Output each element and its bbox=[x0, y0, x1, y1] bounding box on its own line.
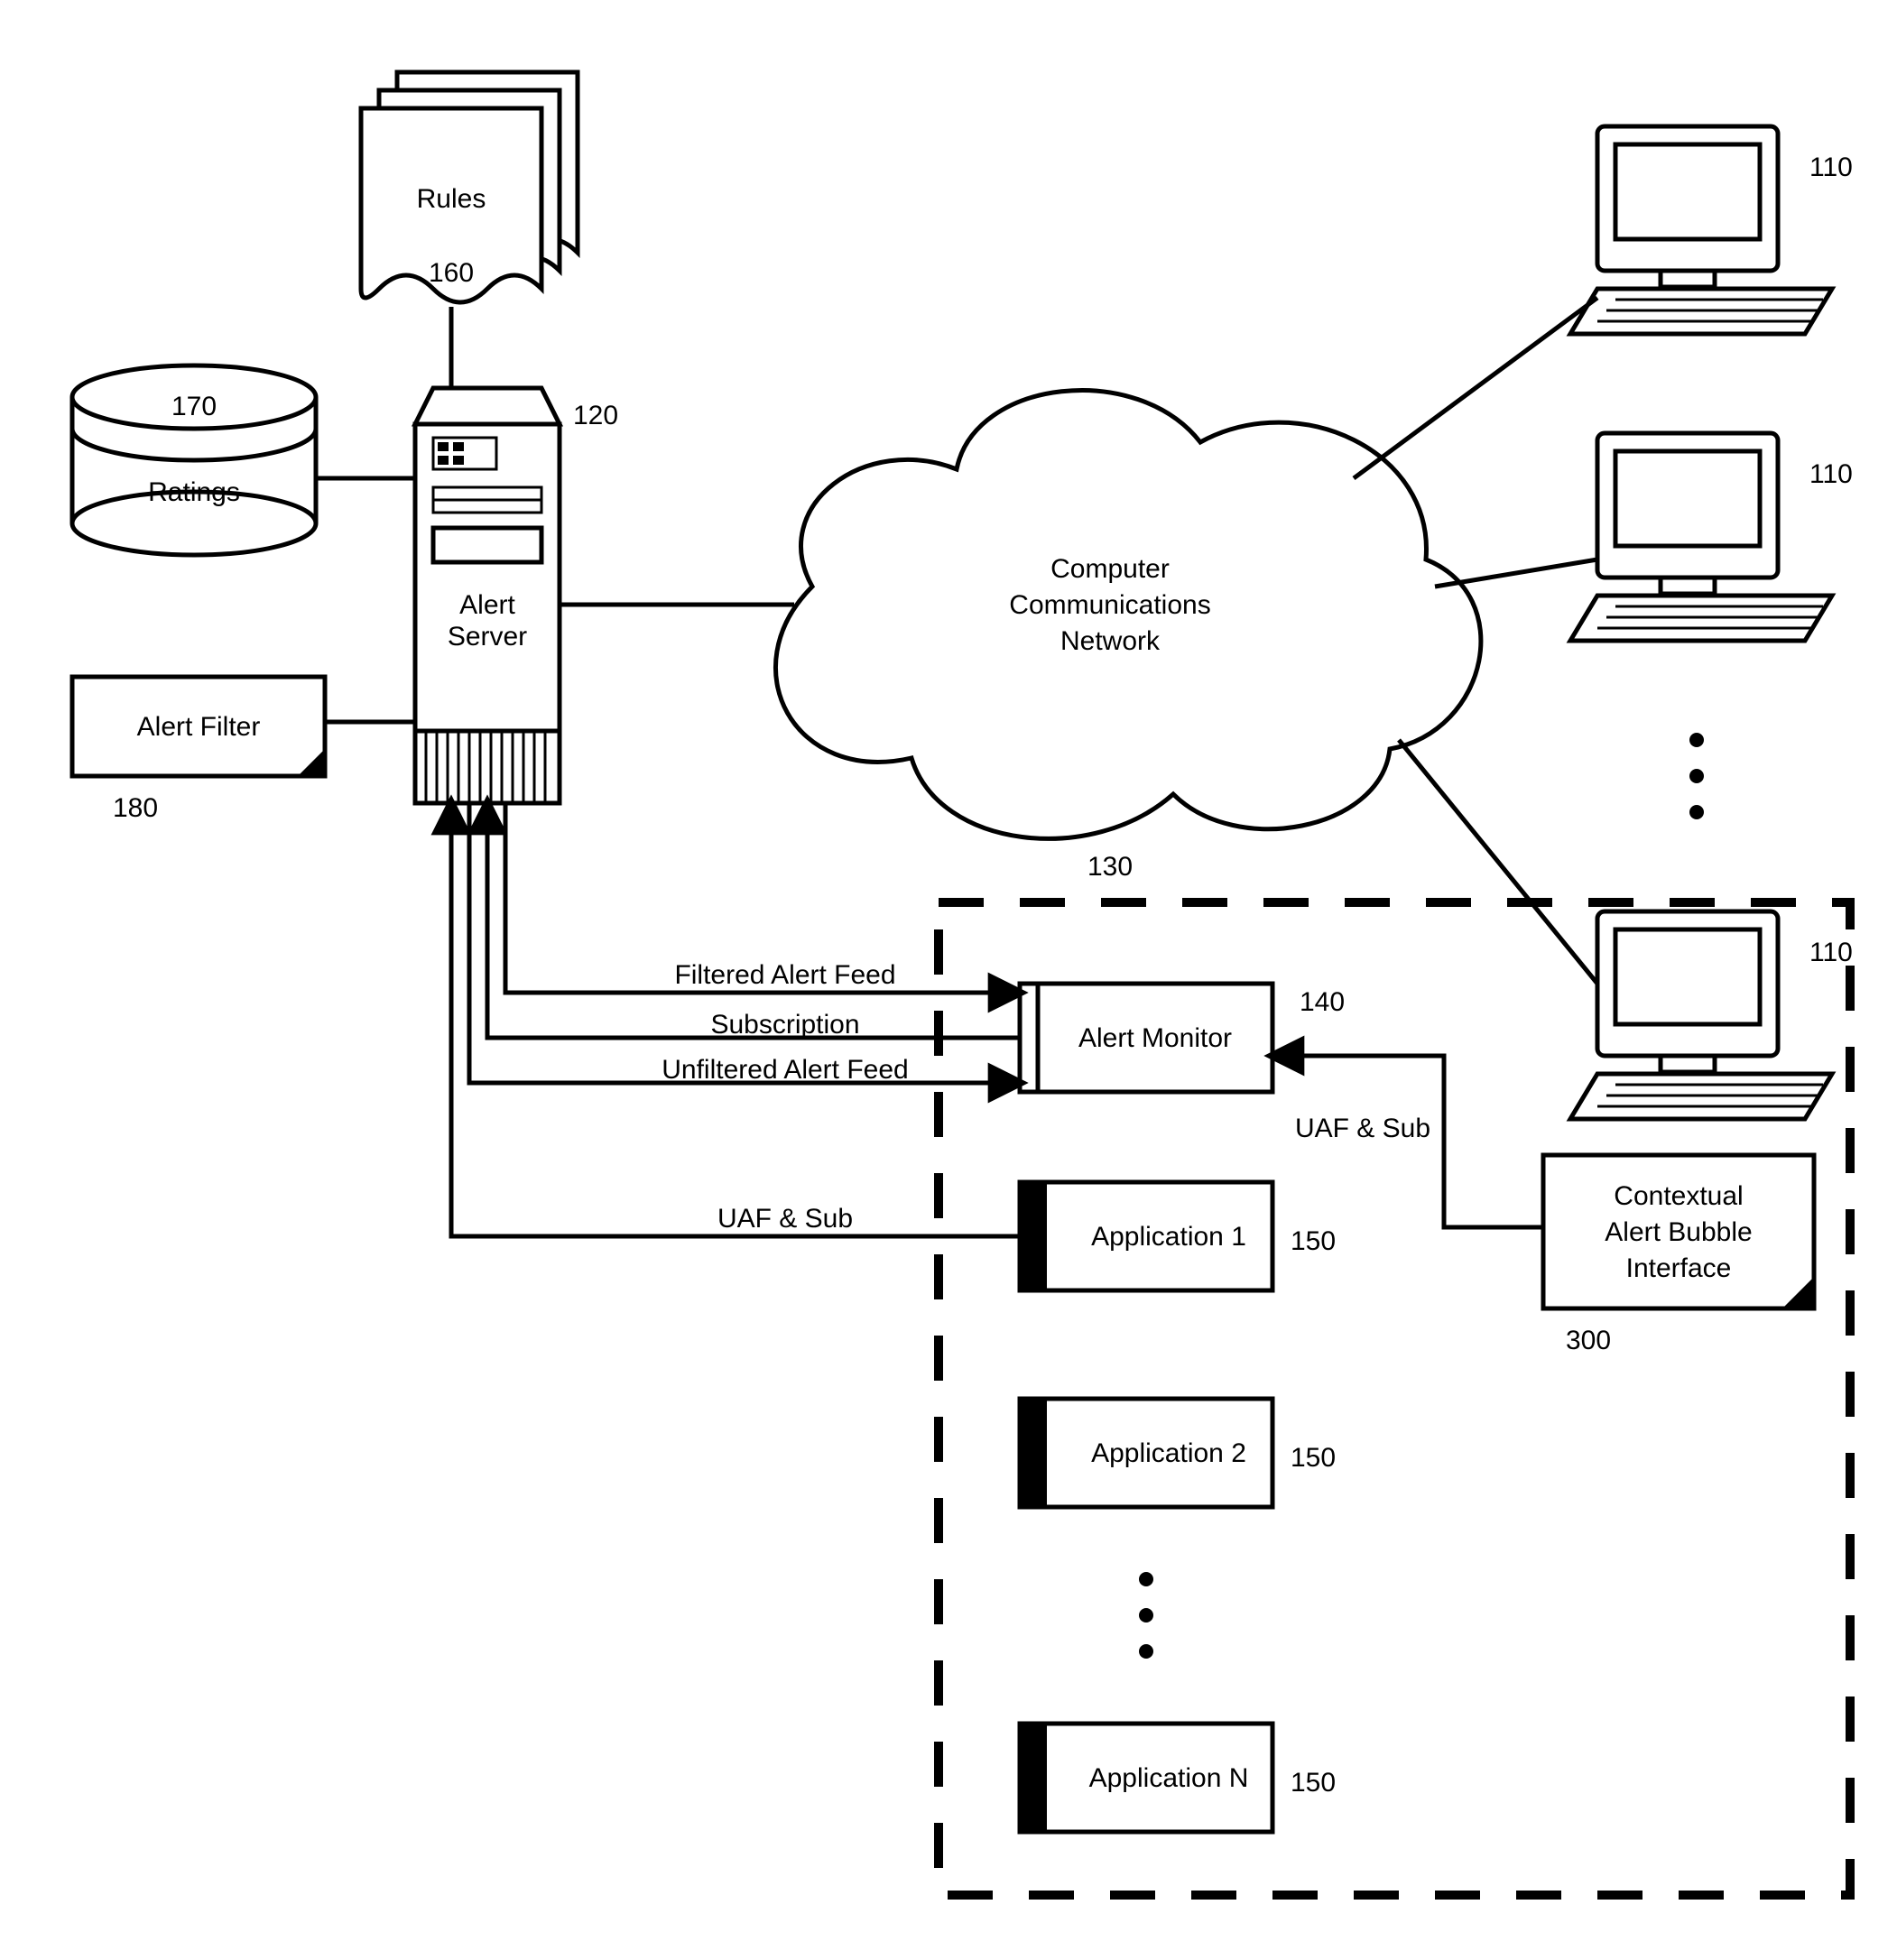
application-1-label: Application 1 bbox=[1091, 1222, 1246, 1252]
unfiltered-feed-label: Unfiltered Alert Feed bbox=[662, 1055, 908, 1085]
network-label-1: Computer bbox=[1050, 554, 1170, 584]
computer-bottom-ref: 110 bbox=[1809, 938, 1853, 967]
filtered-feed-label: Filtered Alert Feed bbox=[674, 960, 895, 990]
uaf-sub-label: UAF & Sub bbox=[717, 1204, 853, 1234]
ratings-node: 170 Ratings bbox=[72, 365, 316, 555]
computer-bottom: 110 bbox=[1570, 911, 1853, 1119]
application-n-label: Application N bbox=[1089, 1763, 1249, 1793]
alert-filter-node: Alert Filter 180 bbox=[72, 677, 325, 823]
application-n-node: Application N 150 bbox=[1020, 1724, 1336, 1832]
computer-top: 110 bbox=[1570, 126, 1853, 334]
alert-server-ref: 120 bbox=[573, 401, 618, 430]
alert-server-label-2: Server bbox=[448, 622, 527, 652]
contextual-label-3: Interface bbox=[1626, 1253, 1732, 1283]
alert-filter-label: Alert Filter bbox=[137, 712, 261, 742]
contextual-label-2: Alert Bubble bbox=[1605, 1217, 1752, 1247]
ratings-ref: 170 bbox=[171, 392, 217, 421]
uaf-sub-inner-label: UAF & Sub bbox=[1295, 1114, 1430, 1143]
ellipsis-computers bbox=[1689, 733, 1704, 819]
subscription-label: Subscription bbox=[710, 1010, 859, 1040]
network-label-2: Communications bbox=[1009, 590, 1210, 620]
contextual-interface-node: Contextual Alert Bubble Interface 300 bbox=[1543, 1155, 1814, 1355]
network-ref: 130 bbox=[1087, 852, 1133, 882]
alert-server-node: Alert Server 120 bbox=[415, 388, 618, 803]
application-2-node: Application 2 150 bbox=[1020, 1399, 1336, 1507]
ratings-label: Ratings bbox=[148, 477, 240, 507]
alert-monitor-ref: 140 bbox=[1300, 987, 1345, 1017]
application-1-node: Application 1 150 bbox=[1020, 1182, 1336, 1290]
application-n-ref: 150 bbox=[1291, 1768, 1336, 1798]
alert-server-label-1: Alert bbox=[459, 590, 515, 620]
edge-cloud-computer-top bbox=[1354, 298, 1597, 478]
alert-monitor-label: Alert Monitor bbox=[1078, 1023, 1232, 1053]
ellipsis-apps bbox=[1139, 1572, 1153, 1659]
alert-monitor-node: Alert Monitor 140 bbox=[1020, 984, 1345, 1092]
edge-cloud-computer-mid bbox=[1435, 559, 1597, 587]
rules-label: Rules bbox=[417, 184, 486, 214]
computer-top-ref: 110 bbox=[1809, 153, 1853, 182]
application-2-label: Application 2 bbox=[1091, 1438, 1246, 1468]
computer-mid-ref: 110 bbox=[1809, 459, 1853, 489]
network-label-3: Network bbox=[1060, 626, 1161, 656]
edge-cloud-computer-bottom bbox=[1399, 740, 1597, 984]
architecture-diagram: Rules 160 170 Ratings Alert Server bbox=[0, 0, 1897, 1960]
contextual-label-1: Contextual bbox=[1614, 1181, 1743, 1211]
contextual-ref: 300 bbox=[1566, 1326, 1611, 1355]
rules-ref: 160 bbox=[429, 258, 474, 288]
rules-node: Rules 160 bbox=[361, 72, 578, 302]
computer-mid: 110 bbox=[1570, 433, 1853, 641]
application-1-ref: 150 bbox=[1291, 1226, 1336, 1256]
application-2-ref: 150 bbox=[1291, 1443, 1336, 1473]
edge-subscription bbox=[487, 803, 1020, 1038]
alert-filter-ref: 180 bbox=[113, 793, 158, 823]
